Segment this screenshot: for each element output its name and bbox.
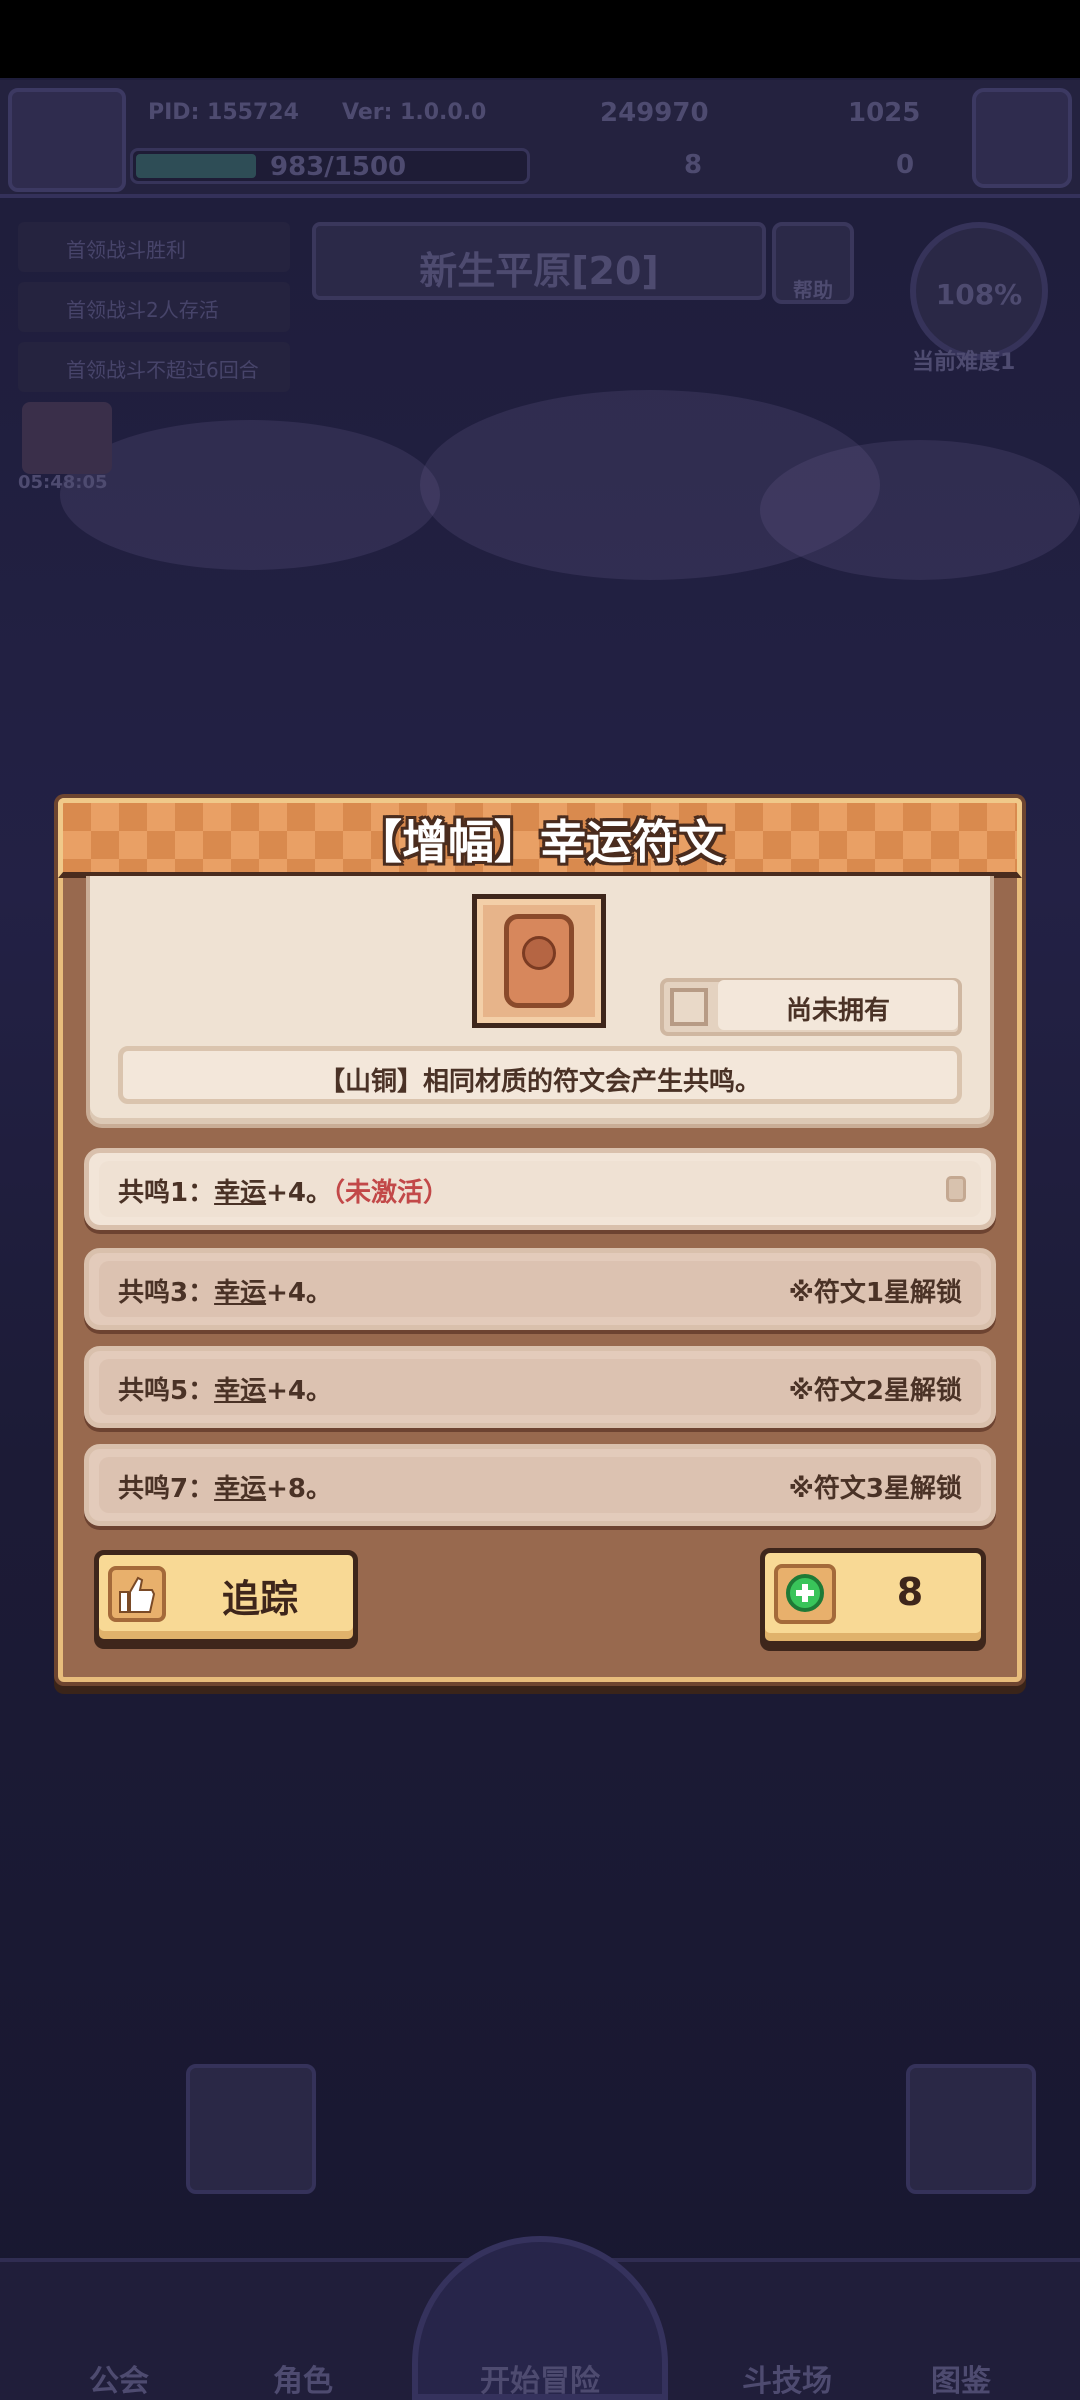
resonance-indicator-icon bbox=[946, 1176, 966, 1202]
rune-description: 【山铜】相同材质的符文会产生共鸣。 bbox=[118, 1046, 962, 1104]
resonance-label: 共鸣1： bbox=[118, 1178, 215, 1208]
ownership-status: 尚未拥有 bbox=[718, 980, 958, 1030]
rune-glyph-icon bbox=[522, 936, 556, 970]
track-button-label: 追踪 bbox=[221, 1577, 298, 1621]
help-button[interactable]: 帮助 bbox=[772, 222, 854, 304]
game-version: Ver: 1.0.0.0 bbox=[342, 100, 487, 125]
resonance-unlock-requirement: ※符文1星解锁 bbox=[788, 1278, 962, 1308]
craft-cost-value: 8 bbox=[896, 1570, 924, 1614]
xp-text: 983/1500 bbox=[270, 152, 407, 182]
clover-plus-mark bbox=[802, 1584, 808, 1602]
mail-icon[interactable] bbox=[906, 2064, 1036, 2194]
xp-bar-fill bbox=[136, 154, 256, 178]
resonance-stat-link[interactable]: 幸运 bbox=[214, 1178, 266, 1208]
resonance-label: 共鸣5： bbox=[118, 1376, 215, 1406]
player-id: PID: 155724 bbox=[148, 100, 299, 125]
clover-count: 8 bbox=[684, 150, 703, 180]
nav-arena[interactable]: 斗技场 bbox=[702, 2290, 872, 2400]
chest-timer: 05:48:05 bbox=[18, 472, 108, 493]
resonance-bonus: +4。 bbox=[266, 1278, 332, 1308]
secondary-currency-count: 0 bbox=[896, 150, 915, 180]
resonance-bonus: +8。 bbox=[266, 1474, 332, 1504]
resonance-unlock-requirement: ※符文2星解锁 bbox=[788, 1376, 962, 1406]
thumbs-up-icon bbox=[108, 1566, 166, 1622]
resonance-label: 共鸣7： bbox=[118, 1474, 215, 1504]
resonance-label: 共鸣3： bbox=[118, 1278, 215, 1308]
cloud-decoration bbox=[760, 440, 1080, 580]
coin-count: 249970 bbox=[600, 98, 709, 128]
difficulty-label: 当前难度1 bbox=[912, 350, 1016, 375]
nav-codex[interactable]: 图鉴 bbox=[876, 2290, 1046, 2400]
nav-guild[interactable]: 公会 bbox=[34, 2290, 204, 2400]
resonance-unlock-requirement: ※符文3星解锁 bbox=[788, 1474, 962, 1504]
resonance-text: 共鸣5：幸运+4。 bbox=[118, 1370, 332, 1407]
reward-chest-icon[interactable] bbox=[22, 402, 112, 474]
gem-count: 1025 bbox=[848, 98, 921, 128]
resonance-stat-link[interactable]: 幸运 bbox=[214, 1474, 266, 1504]
area-title: 新生平原[20] bbox=[312, 222, 766, 300]
resonance-text: 共鸣7：幸运+8。 bbox=[118, 1468, 332, 1505]
inventory-grid-icon bbox=[670, 988, 708, 1026]
settings-gear-button[interactable] bbox=[972, 88, 1072, 188]
resonance-text: 共鸣1：幸运+4。（未激活） bbox=[118, 1172, 449, 1209]
resonance-stat-link[interactable]: 幸运 bbox=[214, 1278, 266, 1308]
nav-start-adventure-label[interactable]: 开始冒险 bbox=[455, 2290, 625, 2400]
resonance-bonus: +4。 bbox=[266, 1178, 332, 1208]
quest-item: 首领战斗不超过6回合 bbox=[18, 342, 290, 392]
resonance-text: 共鸣3：幸运+4。 bbox=[118, 1272, 332, 1309]
resonance-stat-link[interactable]: 幸运 bbox=[214, 1376, 266, 1406]
quest-item: 首领战斗2人存活 bbox=[18, 282, 290, 332]
difficulty-gauge: 108% bbox=[910, 222, 1048, 360]
nav-character[interactable]: 角色 bbox=[218, 2290, 388, 2400]
status-bar bbox=[0, 0, 1080, 78]
resonance-bonus: +4。 bbox=[266, 1376, 332, 1406]
resonance-inactive-status: （未激活） bbox=[332, 1178, 450, 1208]
cloud-decoration bbox=[60, 420, 440, 570]
quest-item: 首领战斗胜利 bbox=[18, 222, 290, 272]
monster-icon[interactable] bbox=[186, 2064, 316, 2194]
player-avatar[interactable] bbox=[8, 88, 126, 192]
dialog-title: 【增幅】幸运符文 bbox=[356, 815, 724, 869]
